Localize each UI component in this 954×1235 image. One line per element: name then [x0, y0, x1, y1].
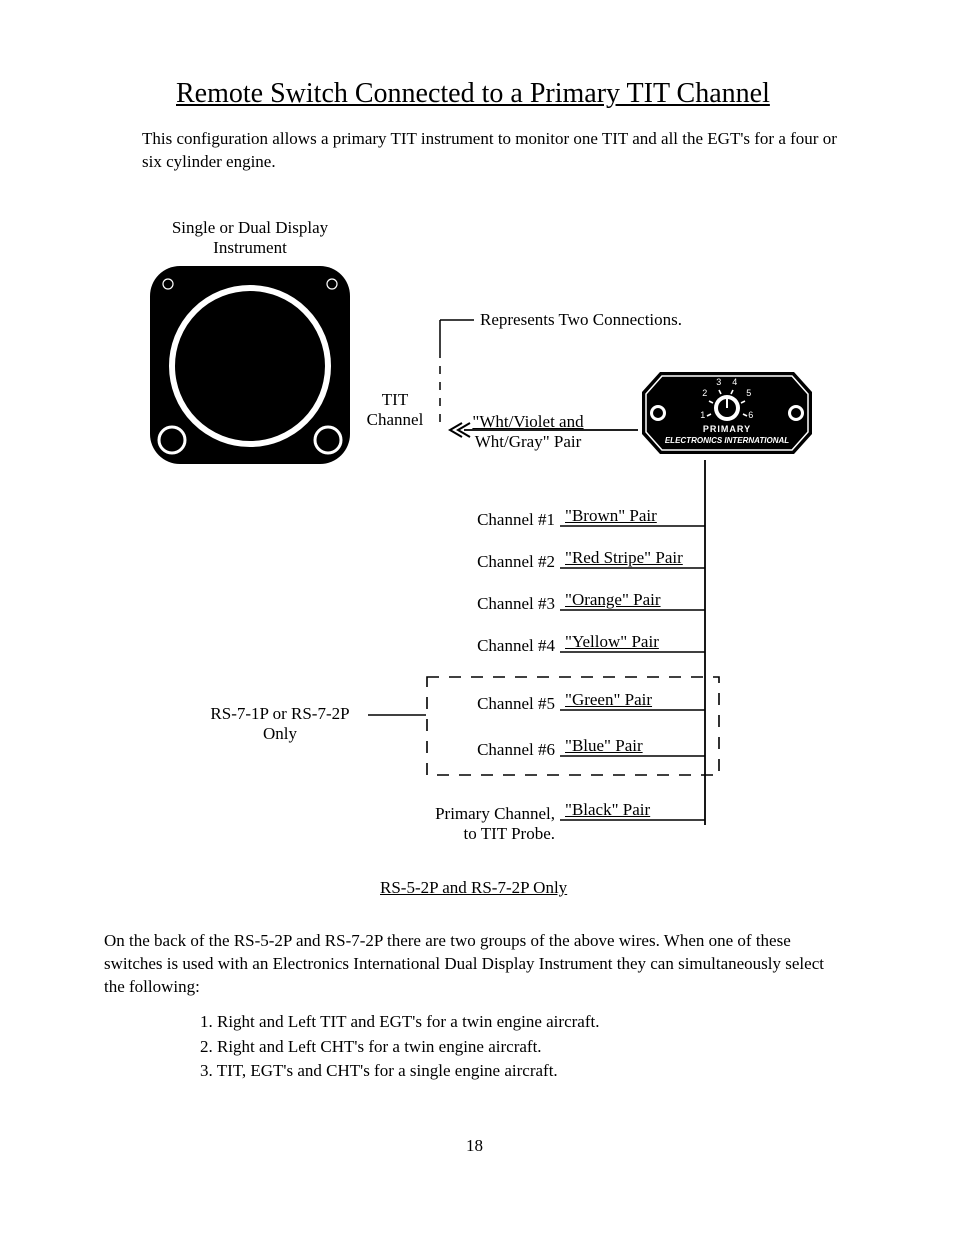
two-connections-label: Represents Two Connections. — [480, 310, 682, 330]
rs7-leader-icon — [368, 712, 428, 718]
instrument-icon — [140, 260, 360, 470]
section2-item-2: 2. Right and Left CHT's for a twin engin… — [200, 1035, 599, 1060]
channel-2-label: Channel #2 — [400, 552, 555, 572]
primary-badge-top: PRIMARY — [632, 424, 822, 434]
section2-body: On the back of the RS-5-2P and RS-7-2P t… — [104, 930, 834, 999]
channel-4-label: Channel #4 — [400, 636, 555, 656]
channel-1-label: Channel #1 — [400, 510, 555, 530]
channel-3-label: Channel #3 — [400, 594, 555, 614]
channel-6-label: Channel #6 — [400, 740, 555, 760]
dial-num-6: 6 — [746, 410, 756, 420]
tit-pair-line2: Wht/Gray" Pair — [475, 432, 582, 451]
rs7-line2: Only — [263, 724, 297, 743]
page: Remote Switch Connected to a Primary TIT… — [0, 0, 954, 1235]
rs7-label: RS-7-1P or RS-7-2P Only — [195, 704, 365, 745]
channel-2-wire-icon — [560, 566, 710, 572]
rs7-line1: RS-7-1P or RS-7-2P — [210, 704, 349, 723]
primary-channel-wire-icon — [560, 818, 710, 824]
tit-channel-line1: TIT — [382, 390, 408, 409]
page-title: Remote Switch Connected to a Primary TIT… — [176, 78, 770, 110]
instrument-label-line2: Instrument — [213, 238, 287, 257]
section2-list: 1. Right and Left TIT and EGT's for a tw… — [200, 1010, 599, 1084]
primary-channel-line2: to TIT Probe. — [464, 824, 555, 843]
dial-num-5: 5 — [744, 388, 754, 398]
section2-heading: RS-5-2P and RS-7-2P Only — [380, 878, 567, 898]
channel-1-wire-icon — [560, 524, 710, 530]
section2-item-1: 1. Right and Left TIT and EGT's for a tw… — [200, 1010, 599, 1035]
page-number: 18 — [466, 1136, 483, 1156]
primary-channel-line1: Primary Channel, — [435, 804, 555, 823]
channel-3-wire-icon — [560, 608, 710, 614]
section2-item-3: 3. TIT, EGT's and CHT's for a single eng… — [200, 1059, 599, 1084]
instrument-label: Single or Dual Display Instrument — [160, 218, 340, 259]
tit-pair-label: "Wht/Violet and Wht/Gray" Pair — [463, 412, 593, 453]
primary-module-icon: 1 2 3 4 5 6 PRIMARY ELECTRONICS INTERNAT… — [632, 368, 822, 460]
dial-num-4: 4 — [730, 377, 740, 387]
channel-6-wire-icon — [560, 754, 710, 760]
tit-pair-line1: "Wht/Violet and — [472, 412, 583, 431]
dial-num-3: 3 — [714, 377, 724, 387]
channel-4-wire-icon — [560, 650, 710, 656]
intro-paragraph: This configuration allows a primary TIT … — [142, 128, 842, 174]
instrument-label-line1: Single or Dual Display — [172, 218, 328, 237]
primary-badge-bottom: ELECTRONICS INTERNATIONAL — [632, 436, 822, 445]
dial-num-1: 1 — [698, 410, 708, 420]
primary-channel-label: Primary Channel, to TIT Probe. — [380, 804, 555, 845]
dial-num-2: 2 — [700, 388, 710, 398]
channel-5-wire-icon — [560, 708, 710, 714]
